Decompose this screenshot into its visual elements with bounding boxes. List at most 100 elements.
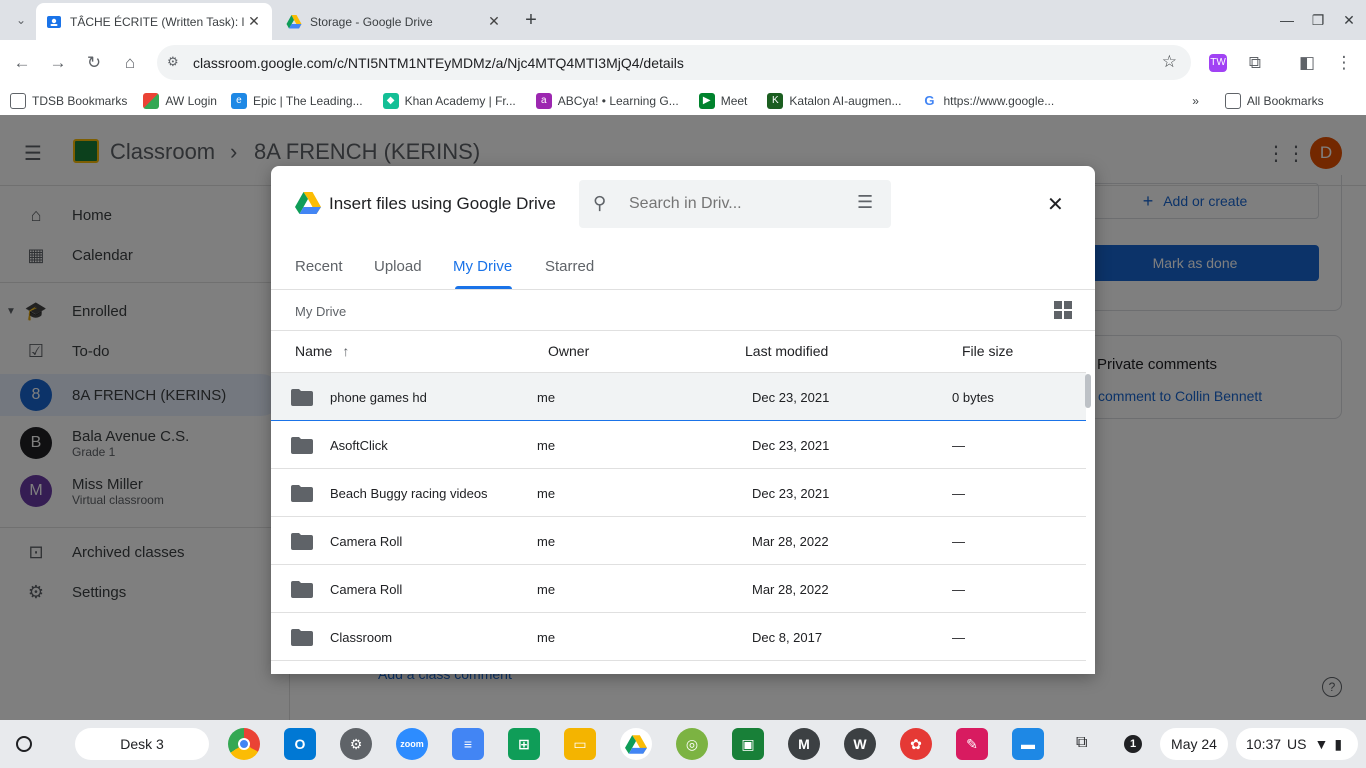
site-info-icon[interactable]: ⚙ bbox=[167, 54, 179, 70]
status-tray[interactable]: 10:37 US ▼ ▮ bbox=[1236, 728, 1358, 760]
paint-app-icon[interactable]: ✿ bbox=[900, 728, 932, 760]
url-text: classroom.google.com/c/NTI5NTM1NTEyMDMz/… bbox=[193, 54, 684, 71]
bookmark-epic[interactable]: e Epic | The Leading... bbox=[230, 92, 363, 109]
slides-app-icon[interactable]: ▭ bbox=[564, 728, 596, 760]
file-modified: Dec 23, 2021 bbox=[752, 389, 830, 405]
docs-app-icon[interactable]: ≡ bbox=[452, 728, 484, 760]
new-tab-button[interactable]: + bbox=[516, 5, 546, 35]
sheets-app-icon[interactable]: ⊞ bbox=[508, 728, 540, 760]
file-size: — bbox=[952, 533, 965, 549]
close-window-icon[interactable]: ✕ bbox=[1337, 8, 1361, 32]
chrome-app-icon[interactable] bbox=[228, 728, 260, 760]
bookmark-meet[interactable]: ▶ Meet bbox=[698, 92, 748, 109]
bookmark-label: TDSB Bookmarks bbox=[32, 93, 128, 108]
search-icon[interactable]: ⚲ bbox=[593, 193, 606, 214]
launcher-icon[interactable] bbox=[16, 736, 32, 752]
tab-upload[interactable]: Upload bbox=[374, 258, 422, 275]
grid-view-icon[interactable] bbox=[1054, 301, 1072, 319]
column-header-modified[interactable]: Last modified bbox=[745, 343, 828, 359]
outlook-app-icon[interactable]: O bbox=[284, 728, 316, 760]
bookmark-label: AW Login bbox=[165, 93, 217, 108]
tab-recent[interactable]: Recent bbox=[295, 258, 343, 275]
globe-app-icon[interactable]: ◎ bbox=[676, 728, 708, 760]
bookmark-aw-login[interactable]: AW Login bbox=[143, 92, 217, 109]
epic-icon: e bbox=[230, 92, 247, 109]
m-app-icon[interactable]: M bbox=[788, 728, 820, 760]
bookmark-label: Katalon AI-augmen... bbox=[789, 93, 902, 108]
file-modified: Dec 8, 2017 bbox=[752, 629, 823, 645]
tab-drive[interactable]: Storage - Google Drive ✕ bbox=[276, 3, 512, 40]
menu-kebab-icon[interactable]: ⋮ bbox=[1329, 48, 1359, 78]
bookmark-google[interactable]: Ghttps://www.google... bbox=[921, 92, 1054, 109]
tab-classroom[interactable]: TÂCHE ÉCRITE (Written Task): l ✕ bbox=[36, 3, 272, 40]
bookmark-tdsb[interactable]: TDSB Bookmarks bbox=[10, 92, 128, 109]
drive-app-icon[interactable] bbox=[620, 728, 652, 760]
bookmark-abcya[interactable]: a ABCya! • Learning G... bbox=[535, 92, 679, 109]
file-owner: me bbox=[537, 581, 556, 597]
column-header-name[interactable]: Name ↑ bbox=[295, 343, 349, 359]
file-owner: me bbox=[537, 437, 556, 453]
search-options-icon[interactable]: ☰ bbox=[857, 192, 873, 213]
scrollbar[interactable] bbox=[1085, 374, 1091, 408]
maximize-icon[interactable]: ❐ bbox=[1306, 8, 1330, 32]
breadcrumb[interactable]: My Drive bbox=[295, 304, 346, 319]
all-bookmarks[interactable]: All Bookmarks bbox=[1224, 92, 1324, 109]
classroom-app-icon[interactable]: ▣ bbox=[732, 728, 764, 760]
desk-switcher[interactable]: Desk 3 bbox=[75, 728, 209, 760]
classroom-favicon-icon bbox=[47, 15, 61, 28]
tab-search-icon[interactable]: ⌄ bbox=[6, 5, 36, 35]
side-panel-icon[interactable]: ◧ bbox=[1292, 48, 1322, 78]
minimize-icon[interactable]: — bbox=[1275, 8, 1299, 32]
bookmarks-overflow-icon[interactable]: » bbox=[1192, 94, 1199, 108]
forward-icon[interactable]: → bbox=[43, 48, 73, 78]
tab-starred[interactable]: Starred bbox=[545, 258, 594, 275]
folder-icon bbox=[291, 517, 313, 565]
file-name: AsoftClick bbox=[330, 437, 388, 453]
bookmark-star-icon[interactable]: ☆ bbox=[1162, 52, 1177, 72]
chromeos-shelf: Desk 3 O ⚙ zoom ≡ ⊞ ▭ ◎ ▣ M W ✿ ✎ ▬ ⧉ 1 … bbox=[0, 720, 1366, 768]
column-header-size[interactable]: File size bbox=[962, 343, 1013, 359]
file-size: — bbox=[952, 629, 965, 645]
google-icon: G bbox=[921, 92, 938, 109]
extension-icon[interactable]: TW bbox=[1203, 48, 1233, 78]
file-size: — bbox=[952, 437, 965, 453]
zoom-app-icon[interactable]: zoom bbox=[396, 728, 428, 760]
address-bar[interactable]: ⚙ classroom.google.com/c/NTI5NTM1NTEyMDM… bbox=[157, 45, 1191, 80]
close-dialog-icon[interactable]: ✕ bbox=[1047, 192, 1064, 217]
bookmark-katalon[interactable]: K Katalon AI-augmen... bbox=[767, 92, 902, 109]
close-tab-icon[interactable]: ✕ bbox=[486, 13, 502, 30]
back-icon[interactable]: ← bbox=[7, 48, 37, 78]
notification-badge[interactable]: 1 bbox=[1124, 735, 1142, 753]
file-modified: Dec 23, 2021 bbox=[752, 437, 830, 453]
file-row[interactable]: Beach Buggy racing videos me Dec 23, 2021 — bbox=[271, 469, 1086, 517]
column-header-owner[interactable]: Owner bbox=[548, 343, 589, 359]
tab-my-drive[interactable]: My Drive bbox=[453, 258, 512, 275]
tote-icon[interactable]: ⧉ bbox=[1076, 734, 1087, 752]
column-label: Name bbox=[295, 343, 333, 359]
date-pill[interactable]: May 24 bbox=[1160, 728, 1228, 760]
file-row[interactable]: Classroom me Dec 8, 2017 — bbox=[271, 613, 1086, 661]
close-tab-icon[interactable]: ✕ bbox=[246, 13, 262, 30]
file-modified: Mar 28, 2022 bbox=[752, 533, 829, 549]
w-app-icon[interactable]: W bbox=[844, 728, 876, 760]
files-app-icon[interactable]: ▬ bbox=[1012, 728, 1044, 760]
reload-icon[interactable]: ↻ bbox=[79, 48, 109, 78]
file-name: Classroom bbox=[330, 629, 393, 645]
file-row[interactable]: Camera Roll me Mar 28, 2022 — bbox=[271, 565, 1086, 613]
home-icon[interactable]: ⌂ bbox=[115, 48, 145, 78]
canvas-app-icon[interactable]: ✎ bbox=[956, 728, 988, 760]
google-drive-logo-icon bbox=[295, 192, 321, 214]
file-row[interactable]: AsoftClick me Dec 23, 2021 — bbox=[271, 421, 1086, 469]
tab-strip: ⌄ TÂCHE ÉCRITE (Written Task): l ✕ Stora… bbox=[0, 0, 1366, 40]
file-size: — bbox=[952, 581, 965, 597]
file-row[interactable]: Camera Roll me Mar 28, 2022 — bbox=[271, 517, 1086, 565]
bookmarks-bar: TDSB Bookmarks AW Login e Epic | The Lead… bbox=[0, 86, 1366, 115]
file-row[interactable]: phone games hd me Dec 23, 2021 0 bytes bbox=[271, 373, 1086, 421]
bookmark-khan[interactable]: ◆ Khan Academy | Fr... bbox=[382, 92, 516, 109]
search-input[interactable] bbox=[629, 192, 849, 216]
dialog-title: Insert files using Google Drive bbox=[329, 194, 556, 213]
extensions-puzzle-icon[interactable]: ⧉ bbox=[1240, 48, 1270, 78]
file-name: Camera Roll bbox=[330, 581, 403, 597]
settings-app-icon[interactable]: ⚙ bbox=[340, 728, 372, 760]
bookmark-label: Meet bbox=[720, 93, 748, 108]
